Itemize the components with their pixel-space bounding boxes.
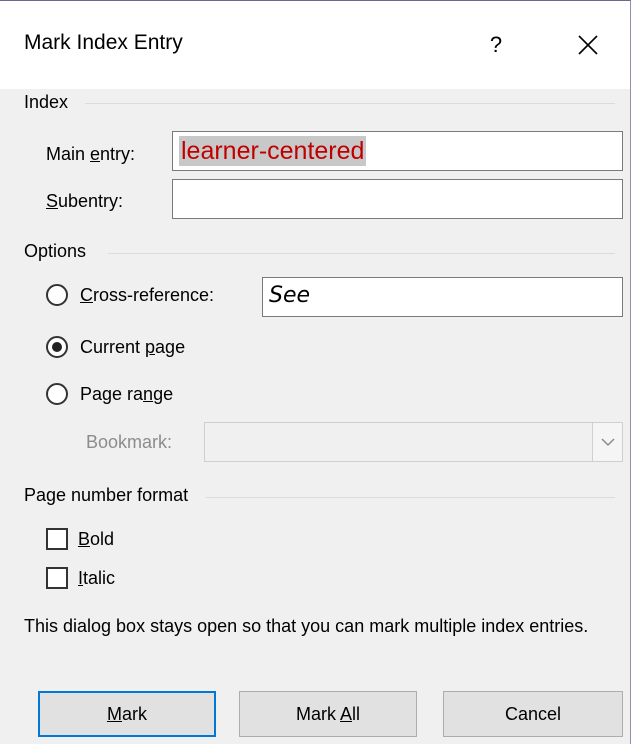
bold-checkbox[interactable] [46, 528, 68, 550]
cross-reference-field[interactable]: See [262, 277, 623, 317]
subentry-label: Subentry: [46, 191, 124, 211]
format-group-label: Page number format [24, 485, 189, 505]
format-group-divider [206, 497, 615, 498]
index-group-label: Index [24, 92, 69, 112]
bold-label[interactable]: Bold [78, 529, 114, 550]
dialog-title: Mark Index Entry [24, 31, 183, 54]
title-bar: Mark Index Entry ? [0, 1, 630, 89]
help-button[interactable]: ? [474, 23, 518, 67]
main-entry-label: Main entry: [46, 144, 136, 164]
chevron-down-icon [600, 437, 615, 446]
bookmark-label: Bookmark: [86, 432, 173, 452]
cross-reference-label[interactable]: Cross-reference: [80, 285, 214, 306]
mark-all-button[interactable]: Mark All [239, 691, 417, 737]
options-group-label: Options [24, 241, 87, 261]
bookmark-dropdown[interactable] [204, 422, 623, 462]
cancel-button[interactable]: Cancel [443, 691, 623, 737]
italic-checkbox[interactable] [46, 567, 68, 589]
current-page-label[interactable]: Current page [80, 337, 185, 358]
info-text: This dialog box stays open so that you c… [24, 616, 589, 636]
options-group-divider [108, 253, 615, 254]
mark-index-entry-dialog: Mark Index Entry ? Index Main entry: lea… [0, 0, 631, 744]
cross-reference-radio[interactable] [46, 284, 68, 306]
main-entry-value: learner-centered [179, 136, 367, 166]
main-entry-field[interactable]: learner-centered [172, 131, 623, 171]
mark-button[interactable]: Mark [38, 691, 216, 737]
page-range-radio[interactable] [46, 383, 68, 405]
current-page-radio[interactable] [46, 336, 68, 358]
cross-reference-value: See [269, 283, 311, 308]
index-group-divider [85, 103, 615, 104]
close-button[interactable] [563, 23, 613, 67]
close-icon [578, 35, 598, 55]
page-range-label[interactable]: Page range [80, 384, 173, 405]
bookmark-dropdown-button[interactable] [592, 423, 622, 461]
subentry-field[interactable] [172, 179, 623, 219]
italic-label[interactable]: Italic [78, 568, 115, 589]
